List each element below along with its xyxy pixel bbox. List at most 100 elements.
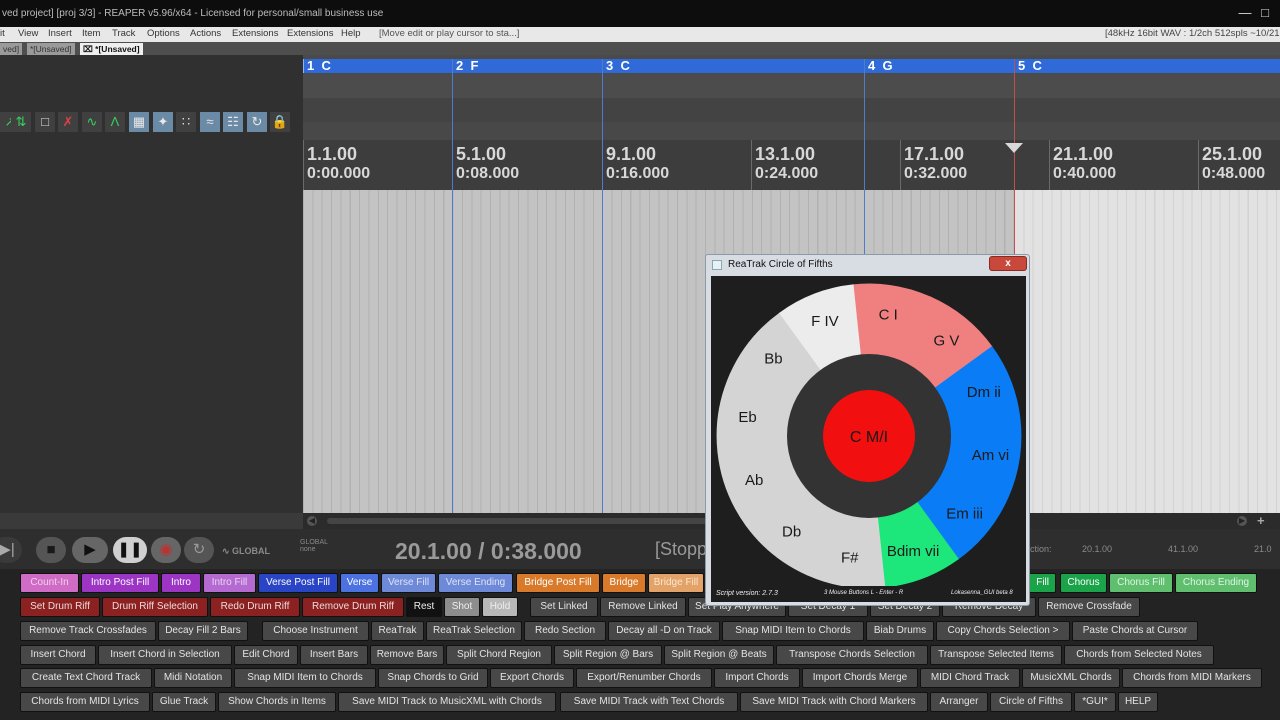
remove-bars-button[interactable]: Remove Bars [370,645,444,665]
arranger-button[interactable]: Arranger [930,692,988,712]
envelope-icon[interactable]: ∿ [82,112,102,132]
import-chords-merge-button[interactable]: Import Chords Merge [802,668,918,688]
menu-item-options[interactable]: Options [147,28,180,39]
lock-envelope-icon[interactable]: Λ [105,112,125,132]
decay-fill-2-bars-button[interactable]: Decay Fill 2 Bars [158,621,248,641]
pause-button[interactable]: ❚❚ [113,537,147,563]
shot-button[interactable]: Shot [444,597,480,617]
set-drum-riff-button[interactable]: Set Drum Riff [20,597,100,617]
loop-icon[interactable]: ↻ [247,112,267,132]
circle-of-fifths-wheel[interactable]: C I G V Dm ii Am vi Em iii Bdim vii F# Db Ab Eb Bb… [711,276,1026,589]
chords-from-midi-lyrics-button[interactable]: Chords from MIDI Lyrics [20,692,150,712]
grouping-icon[interactable]: ∷ [176,112,196,132]
dialog-close-button[interactable]: x [989,256,1027,271]
menu-item-extensions-2[interactable]: Extensions [287,28,333,39]
circle-of-fifths-dialog[interactable]: ReaTrak Circle of Fifths x C I G V Dm ii Am… [705,254,1030,606]
global-automation-override[interactable]: GLOBAL none [300,539,328,553]
snap-icon[interactable]: ✦ [153,112,173,132]
crossfade-icon[interactable]: ≈ [200,112,220,132]
reatrak-button[interactable]: ReaTrak [371,621,424,641]
chorus-button[interactable]: Chorus [1060,573,1107,593]
region-4[interactable]: 4 G [864,59,1014,73]
transpose-selected-items-button[interactable]: Transpose Selected Items [930,645,1062,665]
glue-track-button[interactable]: Glue Track [152,692,216,712]
export-chords-button[interactable]: Export Chords [490,668,574,688]
tab-project-3[interactable]: ⌧ *[Unsaved] [80,43,143,55]
intro-post-fill-button[interactable]: Intro Post Fill [81,573,159,593]
insert-chord-button[interactable]: Insert Chord [20,645,96,665]
chords-from-midi-markers-button[interactable]: Chords from MIDI Markers [1122,668,1262,688]
copy-chords-selection-button[interactable]: Copy Chords Selection > [936,621,1070,641]
zoom-in-icon[interactable]: + [1257,513,1265,528]
remove-drum-riff-button[interactable]: Remove Drum Riff [302,597,404,617]
item-icon[interactable]: □ [35,112,55,132]
ripple-icon[interactable]: ⇅ [11,112,31,132]
set-linked-button[interactable]: Set Linked [530,597,598,617]
remove-linked-button[interactable]: Remove Linked [600,597,686,617]
biab-drums-button[interactable]: Biab Drums [866,621,934,641]
skip-end-icon[interactable]: ▶| [0,537,22,563]
close-icon[interactable]: ⌧ [83,44,95,54]
bridge-button[interactable]: Bridge [602,573,646,593]
menu-item-track[interactable]: Track [112,28,135,39]
scrollbar-thumb[interactable] [327,518,707,524]
region-3[interactable]: 3 C [602,59,864,73]
record-button[interactable]: ◉ [151,537,181,563]
help-button[interactable]: HELP [1118,692,1158,712]
menu-item-extensions[interactable]: Extensions [232,28,278,39]
chorus-fill-button[interactable]: Chorus Fill [1109,573,1173,593]
snap-chords-to-grid-button[interactable]: Snap Chords to Grid [378,668,488,688]
remove-track-crossfades-button[interactable]: Remove Track Crossfades [20,621,156,641]
reatrak-selection-button[interactable]: ReaTrak Selection [426,621,522,641]
playback-position[interactable]: 20.1.00 / 0:38.000 [395,538,582,565]
chorus-ending-button[interactable]: Chorus Ending [1175,573,1257,593]
chords-from-selected-notes-button[interactable]: Chords from Selected Notes [1064,645,1214,665]
intro-fill-button[interactable]: Intro Fill [203,573,256,593]
envelope-off-icon[interactable]: ✗ [58,112,78,132]
menu-item-insert[interactable]: Insert [48,28,72,39]
verse-button[interactable]: Verse [340,573,379,593]
hold-button[interactable]: Hold [482,597,518,617]
gui-button[interactable]: *GUI* [1074,692,1116,712]
menu-item-actions[interactable]: Actions [190,28,221,39]
split-chord-region-button[interactable]: Split Chord Region [446,645,552,665]
scroll-left-icon[interactable]: ◀ [307,516,317,526]
insert-bars-button[interactable]: Insert Bars [300,645,368,665]
minimize-icon[interactable]: — [1238,3,1252,23]
menu-item-edit[interactable]: it [0,28,5,39]
scroll-right-icon[interactable]: ▶ [1237,516,1247,526]
cursor-marker-icon[interactable] [1005,143,1023,153]
region-5[interactable]: 5 C [1014,59,1280,73]
insert-chord-in-selection-button[interactable]: Insert Chord in Selection [98,645,232,665]
menu-item-item[interactable]: Item [82,28,100,39]
region-1[interactable]: 1 C [303,59,452,73]
region-2[interactable]: 2 F [452,59,602,73]
tab-project-1[interactable]: ved] [0,43,23,55]
verse-ending-button[interactable]: Verse Ending [438,573,513,593]
grid-icon[interactable]: ☷ [223,112,243,132]
automation-mode[interactable]: ∿ GLOBAL [222,546,270,557]
selection-length[interactable]: 21.0 [1254,544,1272,554]
redo-section-button[interactable]: Redo Section [524,621,606,641]
split-region-bars-button[interactable]: Split Region @ Bars [554,645,662,665]
export-renumber-chords-button[interactable]: Export/Renumber Chords [576,668,712,688]
selection-end[interactable]: 41.1.00 [1168,544,1198,554]
grid-snap-icon[interactable]: ▦ [129,112,149,132]
remove-crossfade-button[interactable]: Remove Crossfade [1038,597,1140,617]
circle-of-fifths-button[interactable]: Circle of Fifths [990,692,1072,712]
redo-drum-riff-button[interactable]: Redo Drum Riff [210,597,300,617]
track-area-after-cursor[interactable] [1014,190,1280,513]
tab-project-2[interactable]: *[Unsaved] [27,43,75,55]
lock-icon[interactable]: 🔒 [270,112,290,132]
dialog-canvas[interactable]: C I G V Dm ii Am vi Em iii Bdim vii F# Db Ab Eb Bb… [711,276,1026,602]
save-midi-chord-markers-button[interactable]: Save MIDI Track with Chord Markers [740,692,928,712]
transpose-chords-selection-button[interactable]: Transpose Chords Selection [776,645,928,665]
show-chords-in-items-button[interactable]: Show Chords in Items [218,692,336,712]
rest-button[interactable]: Rest [406,597,442,617]
split-region-beats-button[interactable]: Split Region @ Beats [664,645,774,665]
bridge-post-fill-button[interactable]: Bridge Post Fill [516,573,600,593]
decay-all-d-button[interactable]: Decay all -D on Track [608,621,720,641]
menu-item-view[interactable]: View [18,28,38,39]
midi-chord-track-button[interactable]: MIDI Chord Track [920,668,1020,688]
verse-post-fill-button[interactable]: Verse Post Fill [258,573,338,593]
